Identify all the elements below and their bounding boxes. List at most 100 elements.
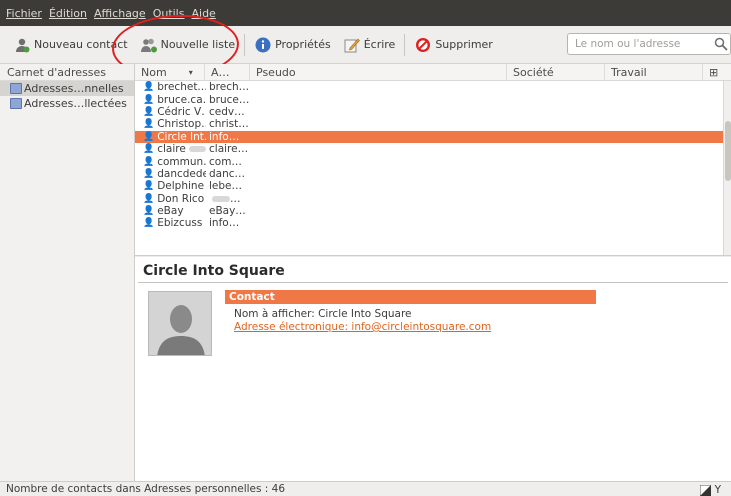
column-name-label: Nom [141, 65, 167, 79]
scroll-thumb[interactable] [725, 121, 731, 181]
table-row[interactable]: 👤Delphine Llebe… [135, 180, 731, 192]
write-label: Écrire [363, 38, 396, 51]
person-icon: 👤 [143, 193, 155, 204]
person-icon: 👤 [143, 119, 155, 130]
contact-name: commun… [157, 155, 206, 168]
menu-affichage[interactable]: Affichage [94, 7, 146, 20]
contact-name: Christop… [157, 118, 206, 131]
contact-list: Nom ▾ A… Pseudo Société Travail ⊞ 👤 brech… [135, 63, 731, 256]
new-list-icon [140, 36, 158, 54]
table-row[interactable]: 👤 brechet.… brech… [135, 81, 731, 93]
contact-name: Don Rico [157, 192, 205, 205]
contact-name-cell: 👤Christop… [135, 118, 206, 130]
new-contact-button[interactable]: Nouveau contact [10, 32, 131, 58]
toolbar: Nouveau contact Nouvelle liste Propriété… [0, 26, 731, 64]
list-header: Nom ▾ A… Pseudo Société Travail ⊞ [135, 63, 731, 81]
title-divider [138, 282, 728, 283]
table-row[interactable]: 👤commun…com… [135, 155, 731, 168]
redacted-text [188, 146, 206, 153]
person-icon: 👤 [143, 218, 155, 229]
menu-bar: Fichier Édition Affichage Outils Aide [0, 0, 731, 26]
menu-fichier[interactable]: Fichier [6, 7, 42, 20]
menu-aide[interactable]: Aide [191, 7, 215, 20]
contact-detail-pane: Circle Into Square Contact Nom à affiche… [135, 257, 731, 481]
status-text: Nombre de contacts dans Adresses personn… [6, 483, 286, 495]
contact-email: danc… [209, 167, 246, 180]
contact-name: bruce.ca… [157, 93, 206, 106]
offline-indicator-icon [699, 484, 711, 496]
table-row[interactable]: 👤 Don Rico … [135, 193, 731, 205]
contact-name-cell: 👤Cédric V… [135, 106, 206, 118]
person-icon: 👤 [143, 106, 155, 117]
address-book-icon [10, 83, 22, 94]
status-right-label: Y [714, 484, 721, 496]
sidebar: Carnet d'adresses Adresses…nnelles Adres… [0, 64, 135, 481]
menu-outils[interactable]: Outils [153, 7, 185, 20]
table-row[interactable]: 👤 eBay eBay… [135, 205, 731, 217]
contact-name: claire [157, 143, 186, 156]
info-icon [254, 36, 272, 54]
new-list-button[interactable]: Nouvelle liste [137, 32, 239, 58]
column-header-work[interactable]: Travail [605, 63, 703, 81]
person-icon: 👤 [143, 168, 155, 179]
table-row[interactable]: 👤 Ebizcuss info… [135, 217, 731, 229]
contact-email: lebe… [209, 180, 243, 193]
properties-button[interactable]: Propriétés [251, 32, 334, 58]
contact-rows: 👤brechet.…brech…👤bruce.ca…bruce…👤Cédric … [135, 81, 731, 230]
contact-title: Circle Into Square [143, 263, 285, 279]
table-row[interactable]: 👤Cédric V…cedv… [135, 106, 731, 118]
list-scrollbar[interactable] [723, 81, 731, 255]
table-row[interactable]: 👤Christop…christ… [135, 118, 731, 130]
contact-email: … [230, 192, 241, 205]
contact-name-cell: 👤 Don Rico [135, 193, 206, 205]
column-header-email[interactable]: A… [205, 63, 250, 81]
contact-email-cell: bruce… [206, 94, 266, 106]
new-list-label: Nouvelle liste [160, 38, 236, 51]
table-row[interactable]: 👤 claire claire… [135, 143, 731, 155]
contact-name: Cédric V… [157, 105, 206, 118]
contact-email-cell: eBay… [206, 205, 266, 217]
toolbar-separator [244, 33, 246, 56]
delete-button[interactable]: Supprimer [411, 32, 496, 58]
sidebar-item-personal-addresses[interactable]: Adresses…nnelles [0, 81, 134, 96]
table-row[interactable]: 👤Circle Int…info… [135, 130, 731, 143]
contact-email-cell: cedv… [206, 106, 266, 118]
contact-name: Circle Int… [157, 130, 206, 143]
column-header-pseudo[interactable]: Pseudo [250, 63, 507, 81]
contact-email-cell: com… [206, 156, 266, 168]
write-button[interactable]: Écrire [340, 32, 399, 58]
search-placeholder: Le nom ou l'adresse [575, 38, 681, 50]
search-input[interactable]: Le nom ou l'adresse [567, 33, 731, 55]
email-link[interactable]: Adresse électronique: info@circleintosqu… [234, 321, 491, 333]
table-row[interactable]: 👤bruce.ca…bruce… [135, 93, 731, 106]
address-book-icon [10, 98, 22, 109]
contact-email-cell: claire… [206, 143, 266, 155]
sort-down-icon: ▾ [188, 67, 193, 77]
table-row[interactable]: 👤 dancdede danc… [135, 168, 731, 180]
menu-edition[interactable]: Édition [49, 7, 87, 20]
display-name-field: Nom à afficher: Circle Into Square [234, 308, 412, 320]
avatar [148, 291, 212, 356]
properties-label: Propriétés [275, 38, 331, 51]
person-icon: 👤 [143, 144, 155, 155]
toolbar-separator [404, 33, 406, 56]
contact-name-cell: 👤 dancdede [135, 168, 206, 180]
column-picker-icon[interactable]: ⊞ [703, 64, 731, 81]
contact-email: brech… [209, 81, 250, 94]
contact-name: eBay [157, 205, 184, 218]
contact-email: bruce… [209, 93, 250, 106]
contact-name-cell: 👤Delphine L [135, 180, 206, 192]
sidebar-header: Carnet d'adresses [0, 64, 134, 81]
status-bar: Nombre de contacts dans Adresses personn… [0, 481, 731, 496]
contact-email-cell: lebe… [206, 180, 266, 192]
contact-email-cell: brech… [206, 81, 266, 93]
contact-email: com… [209, 155, 242, 168]
column-header-company[interactable]: Société [507, 63, 605, 81]
column-header-name[interactable]: Nom ▾ [135, 63, 205, 81]
contact-name: Ebizcuss [157, 217, 203, 230]
sidebar-item-collected-addresses[interactable]: Adresses…llectées [0, 96, 134, 111]
search-icon[interactable] [714, 37, 728, 54]
contact-name-cell: 👤 claire [135, 143, 206, 155]
person-icon: 👤 [143, 82, 155, 93]
contact-email-cell: christ… [206, 118, 266, 130]
